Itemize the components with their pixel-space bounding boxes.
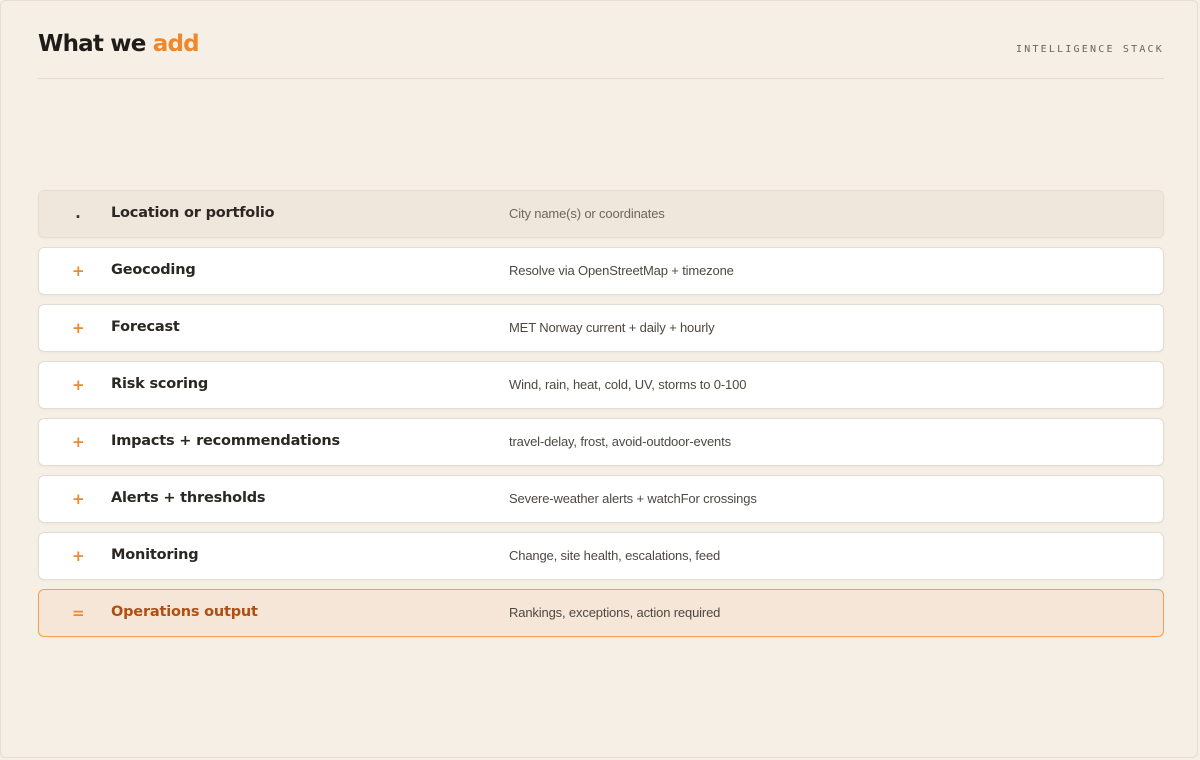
row-label: Operations output (111, 604, 258, 620)
intelligence-stack: . Location or portfolio City name(s) or … (38, 190, 1164, 646)
stack-row-operations-output: = Operations output Rankings, exceptions… (38, 589, 1164, 637)
equals-icon: = (72, 604, 85, 622)
plus-icon: + (72, 490, 85, 508)
stack-row-monitoring: + Monitoring Change, site health, escala… (38, 532, 1164, 580)
title-accent: add (152, 31, 200, 57)
row-label: Impacts + recommendations (111, 433, 340, 449)
plus-icon: + (72, 376, 85, 394)
header: What we add INTELLIGENCE STACK (38, 31, 1164, 79)
row-description: MET Norway current + daily + hourly (509, 320, 715, 335)
section-kicker: INTELLIGENCE STACK (1016, 44, 1164, 55)
stack-row-forecast: + Forecast MET Norway current + daily + … (38, 304, 1164, 352)
stack-row-risk-scoring: + Risk scoring Wind, rain, heat, cold, U… (38, 361, 1164, 409)
row-label: Geocoding (111, 262, 196, 278)
row-marker: . (75, 204, 81, 222)
plus-icon: + (72, 547, 85, 565)
row-label: Forecast (111, 319, 180, 335)
row-description: Wind, rain, heat, cold, UV, storms to 0-… (509, 377, 747, 392)
row-description: Rankings, exceptions, action required (509, 605, 721, 620)
page-title: What we add (38, 31, 200, 57)
row-description: Resolve via OpenStreetMap + timezone (509, 263, 734, 278)
row-label: Location or portfolio (111, 205, 275, 221)
slide-frame: What we add INTELLIGENCE STACK . Locatio… (0, 0, 1198, 758)
row-description: City name(s) or coordinates (509, 206, 665, 221)
row-description: travel-delay, frost, avoid-outdoor-event… (509, 434, 731, 449)
stack-row-impacts: + Impacts + recommendations travel-delay… (38, 418, 1164, 466)
plus-icon: + (72, 433, 85, 451)
row-label: Risk scoring (111, 376, 209, 392)
stack-row-location: . Location or portfolio City name(s) or … (38, 190, 1164, 238)
stack-row-geocoding: + Geocoding Resolve via OpenStreetMap + … (38, 247, 1164, 295)
row-label: Alerts + thresholds (111, 490, 266, 506)
plus-icon: + (72, 262, 85, 280)
title-main: What we (38, 31, 153, 57)
stack-row-alerts: + Alerts + thresholds Severe-weather ale… (38, 475, 1164, 523)
row-description: Severe-weather alerts + watchFor crossin… (509, 491, 757, 506)
plus-icon: + (72, 319, 85, 337)
row-label: Monitoring (111, 547, 199, 563)
row-description: Change, site health, escalations, feed (509, 548, 721, 563)
